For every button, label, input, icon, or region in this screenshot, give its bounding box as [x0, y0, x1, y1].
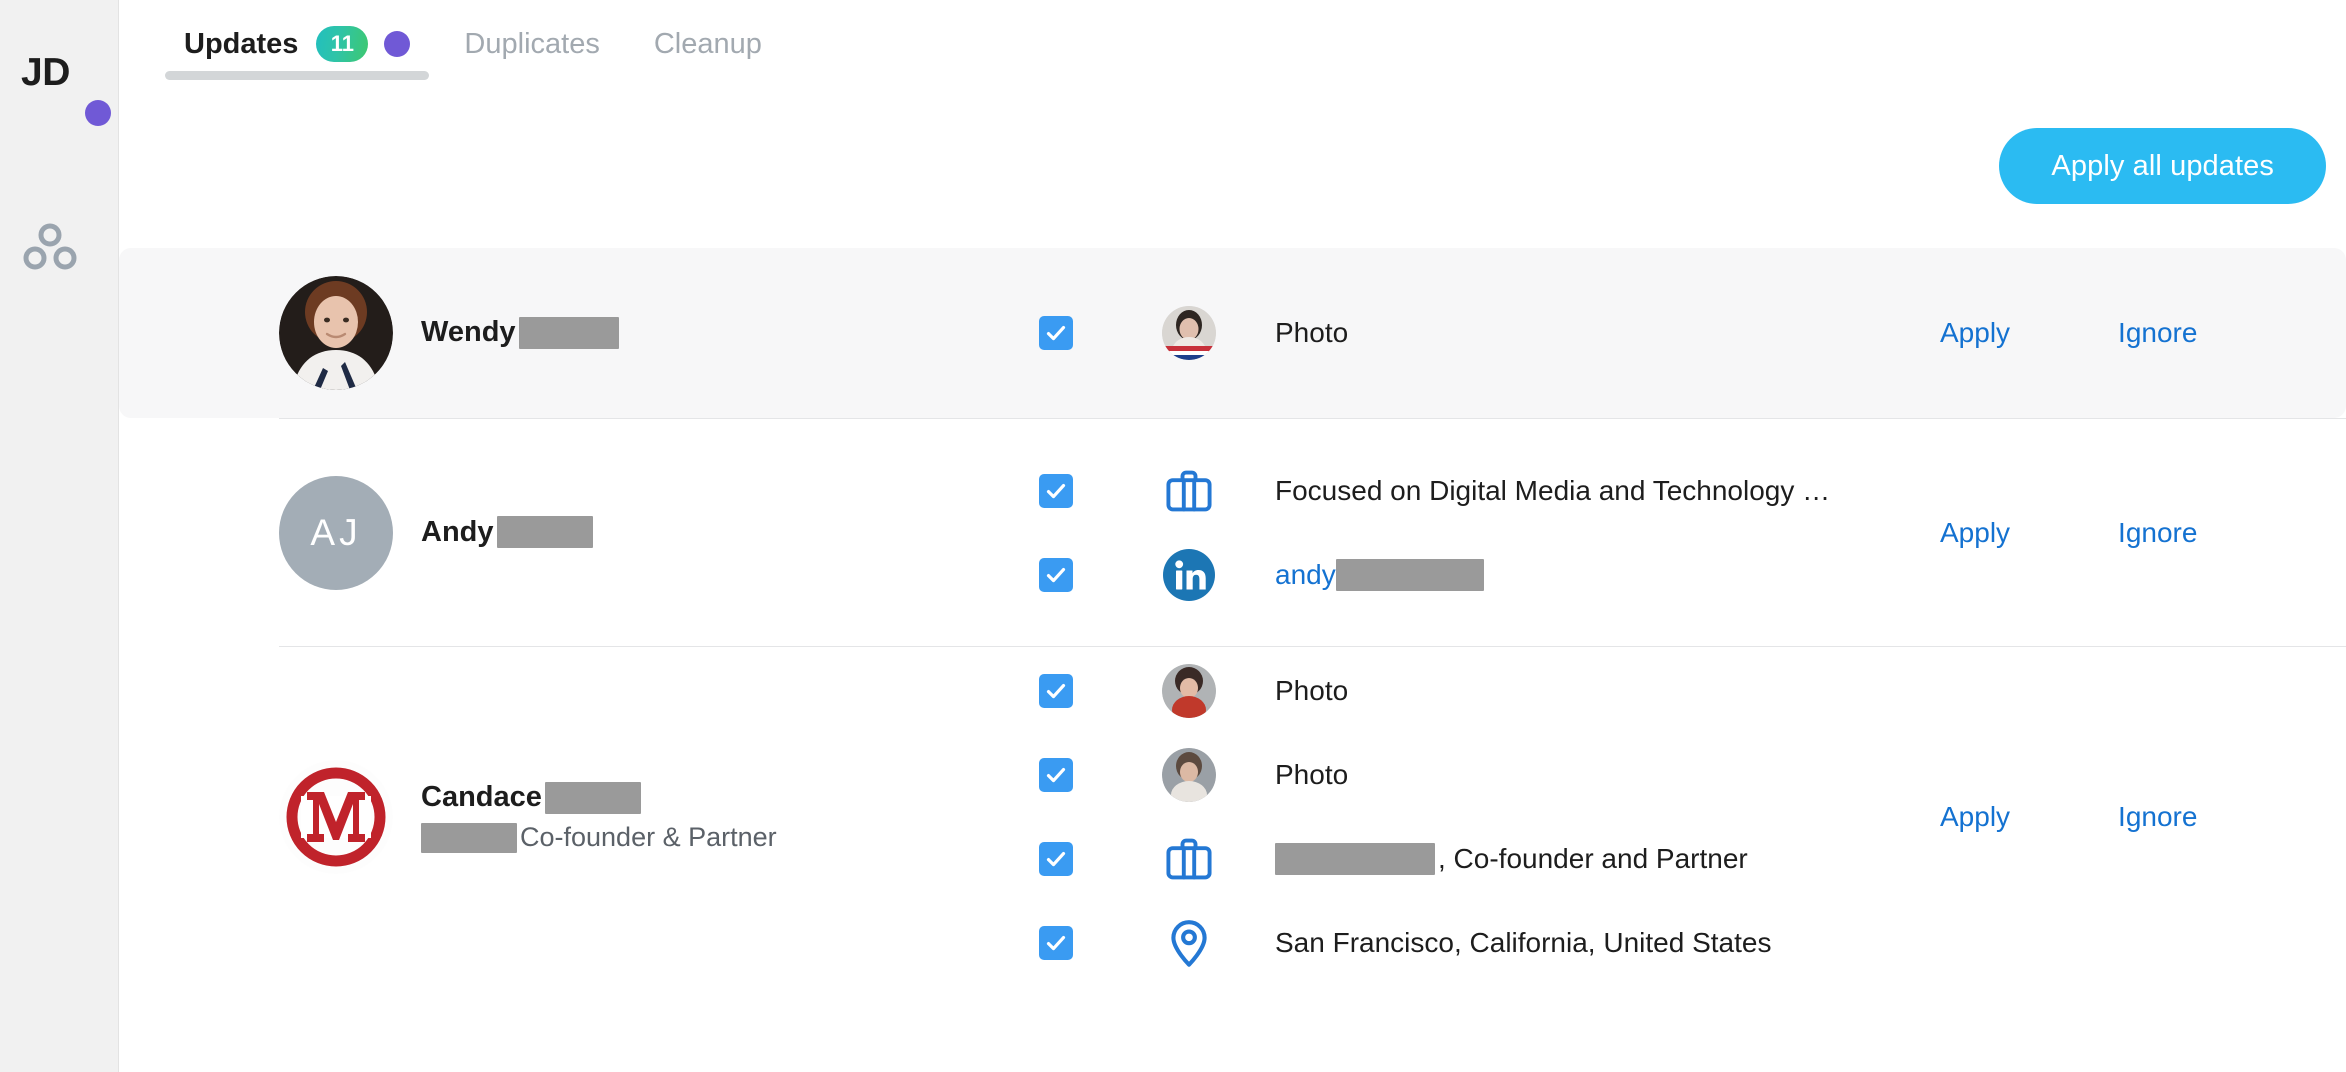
- avatar-initials: AJ: [279, 475, 393, 590]
- person-last-name-redacted: [544, 781, 641, 814]
- update-label: , Co-founder and Partner: [1438, 843, 1748, 875]
- table-row: Candace Co-founder & Partner Photo Photo , C…: [119, 647, 2346, 987]
- main-content: Updates 11 Duplicates Cleanup Apply all …: [119, 0, 2346, 1072]
- update-text: Photo: [1275, 758, 1348, 792]
- person-last-name-redacted: [518, 316, 619, 349]
- update-label: San Francisco, California, United States: [1275, 927, 1772, 959]
- update-item: Photo: [1039, 746, 1922, 804]
- avatar-photo: [279, 276, 393, 390]
- updates-cell: Photo Photo , Co-founder and Partner San Fr…: [1039, 658, 1922, 976]
- person-subtitle-text: Co-founder & Partner: [520, 822, 777, 853]
- tab-cleanup[interactable]: Cleanup: [627, 0, 789, 88]
- photo-thumbnail-icon-2: [1160, 746, 1218, 804]
- update-label: Focused on Digital Media and Technology …: [1275, 474, 1831, 506]
- briefcase-icon: [1160, 830, 1218, 888]
- tab-updates-badge: 11: [316, 26, 369, 62]
- person-text: Andy: [421, 513, 596, 552]
- ignore-button[interactable]: Ignore: [2118, 517, 2197, 549]
- photo-thumbnail-icon: [1160, 304, 1218, 362]
- update-checkbox[interactable]: [1039, 473, 1073, 508]
- tab-duplicates[interactable]: Duplicates: [437, 0, 626, 88]
- update-item: Photo: [1039, 304, 1922, 362]
- ignore-button[interactable]: Ignore: [2118, 801, 2197, 833]
- update-checkbox[interactable]: [1039, 842, 1073, 876]
- tab-updates-label: Updates: [184, 27, 299, 60]
- update-item: Focused on Digital Media and Technology …: [1039, 462, 1922, 520]
- person-cell: Candace Co-founder & Partner: [279, 760, 1039, 874]
- person-first-name: Andy: [421, 515, 494, 548]
- ignore-button[interactable]: Ignore: [2118, 317, 2197, 349]
- row-actions: Apply Ignore: [1922, 801, 2322, 833]
- person-first-name: Wendy: [421, 316, 516, 349]
- person-cell: AJ Andy: [279, 475, 1039, 590]
- tab-updates[interactable]: Updates 11: [157, 0, 437, 88]
- update-text[interactable]: andy: [1275, 558, 1487, 592]
- person-name: Wendy: [421, 313, 622, 352]
- update-item: andy: [1039, 546, 1922, 604]
- person-company-redacted: [421, 822, 517, 853]
- update-checkbox[interactable]: [1039, 557, 1073, 592]
- people-group-icon[interactable]: [22, 218, 78, 274]
- app-root: JD Updates 11 Duplicates Cleanup Apply a…: [0, 0, 2346, 1072]
- tab-active-underline: [165, 71, 430, 80]
- updates-cell: Photo: [1039, 300, 1922, 366]
- linkedin-icon: [1160, 546, 1218, 604]
- update-checkbox[interactable]: [1039, 674, 1073, 708]
- sidebar-user-avatar[interactable]: JD: [21, 47, 103, 99]
- briefcase-icon: [1160, 462, 1218, 520]
- update-value-redacted: [1275, 843, 1435, 875]
- update-text: San Francisco, California, United States: [1275, 926, 1771, 960]
- table-row: AJ Andy Focused on Digital Media and Techn…: [119, 419, 2346, 646]
- tab-cleanup-label: Cleanup: [653, 27, 762, 60]
- update-item: Photo: [1039, 662, 1922, 720]
- updates-list: Wendy Photo Apply Ignore AJ Andy Focused on Di…: [119, 248, 2346, 1072]
- person-subtitle: Co-founder & Partner: [421, 819, 777, 855]
- row-actions: Apply Ignore: [1922, 517, 2322, 549]
- update-label: Photo: [1275, 675, 1349, 707]
- update-checkbox[interactable]: [1039, 926, 1073, 960]
- tab-duplicates-label: Duplicates: [464, 27, 600, 60]
- person-text: Candace Co-founder & Partner: [421, 778, 777, 856]
- person-first-name: Candace: [421, 781, 542, 814]
- person-last-name-redacted: [496, 516, 593, 549]
- row-actions: Apply Ignore: [1922, 317, 2322, 349]
- apply-all-container: Apply all updates: [119, 128, 2346, 204]
- updates-cell: Focused on Digital Media and Technology …: [1039, 458, 1922, 608]
- photo-thumbnail-icon-3: [1160, 662, 1218, 720]
- avatar-company-logo: [279, 760, 393, 874]
- apply-button[interactable]: Apply: [1940, 801, 2010, 833]
- update-label: Photo: [1275, 317, 1349, 349]
- apply-button[interactable]: Apply: [1940, 517, 2010, 549]
- tab-bar: Updates 11 Duplicates Cleanup: [119, 0, 2346, 96]
- apply-all-updates-button[interactable]: Apply all updates: [1999, 128, 2326, 204]
- tab-updates-dot: [384, 31, 411, 57]
- apply-button[interactable]: Apply: [1940, 317, 2010, 349]
- person-name: Candace: [421, 778, 777, 817]
- person-text: Wendy: [421, 313, 622, 352]
- update-checkbox[interactable]: [1039, 316, 1073, 350]
- update-checkbox[interactable]: [1039, 758, 1073, 792]
- update-value-redacted: [1335, 558, 1484, 591]
- update-text: Focused on Digital Media and Technology …: [1275, 474, 1830, 508]
- update-label: Photo: [1275, 759, 1349, 791]
- location-pin-icon: [1160, 914, 1218, 972]
- update-item: , Co-founder and Partner: [1039, 830, 1922, 888]
- update-text: , Co-founder and Partner: [1275, 842, 1748, 876]
- sidebar: JD: [0, 0, 119, 1072]
- table-row: Wendy Photo Apply Ignore: [119, 248, 2346, 418]
- update-text: Photo: [1275, 674, 1348, 708]
- update-label: andy: [1275, 558, 1336, 590]
- update-item: San Francisco, California, United States: [1039, 914, 1922, 972]
- sidebar-user-initials: JD: [21, 51, 70, 94]
- person-cell: Wendy: [279, 276, 1039, 390]
- person-name: Andy: [421, 513, 596, 552]
- sidebar-notification-dot: [85, 100, 111, 126]
- update-text: Photo: [1275, 316, 1348, 350]
